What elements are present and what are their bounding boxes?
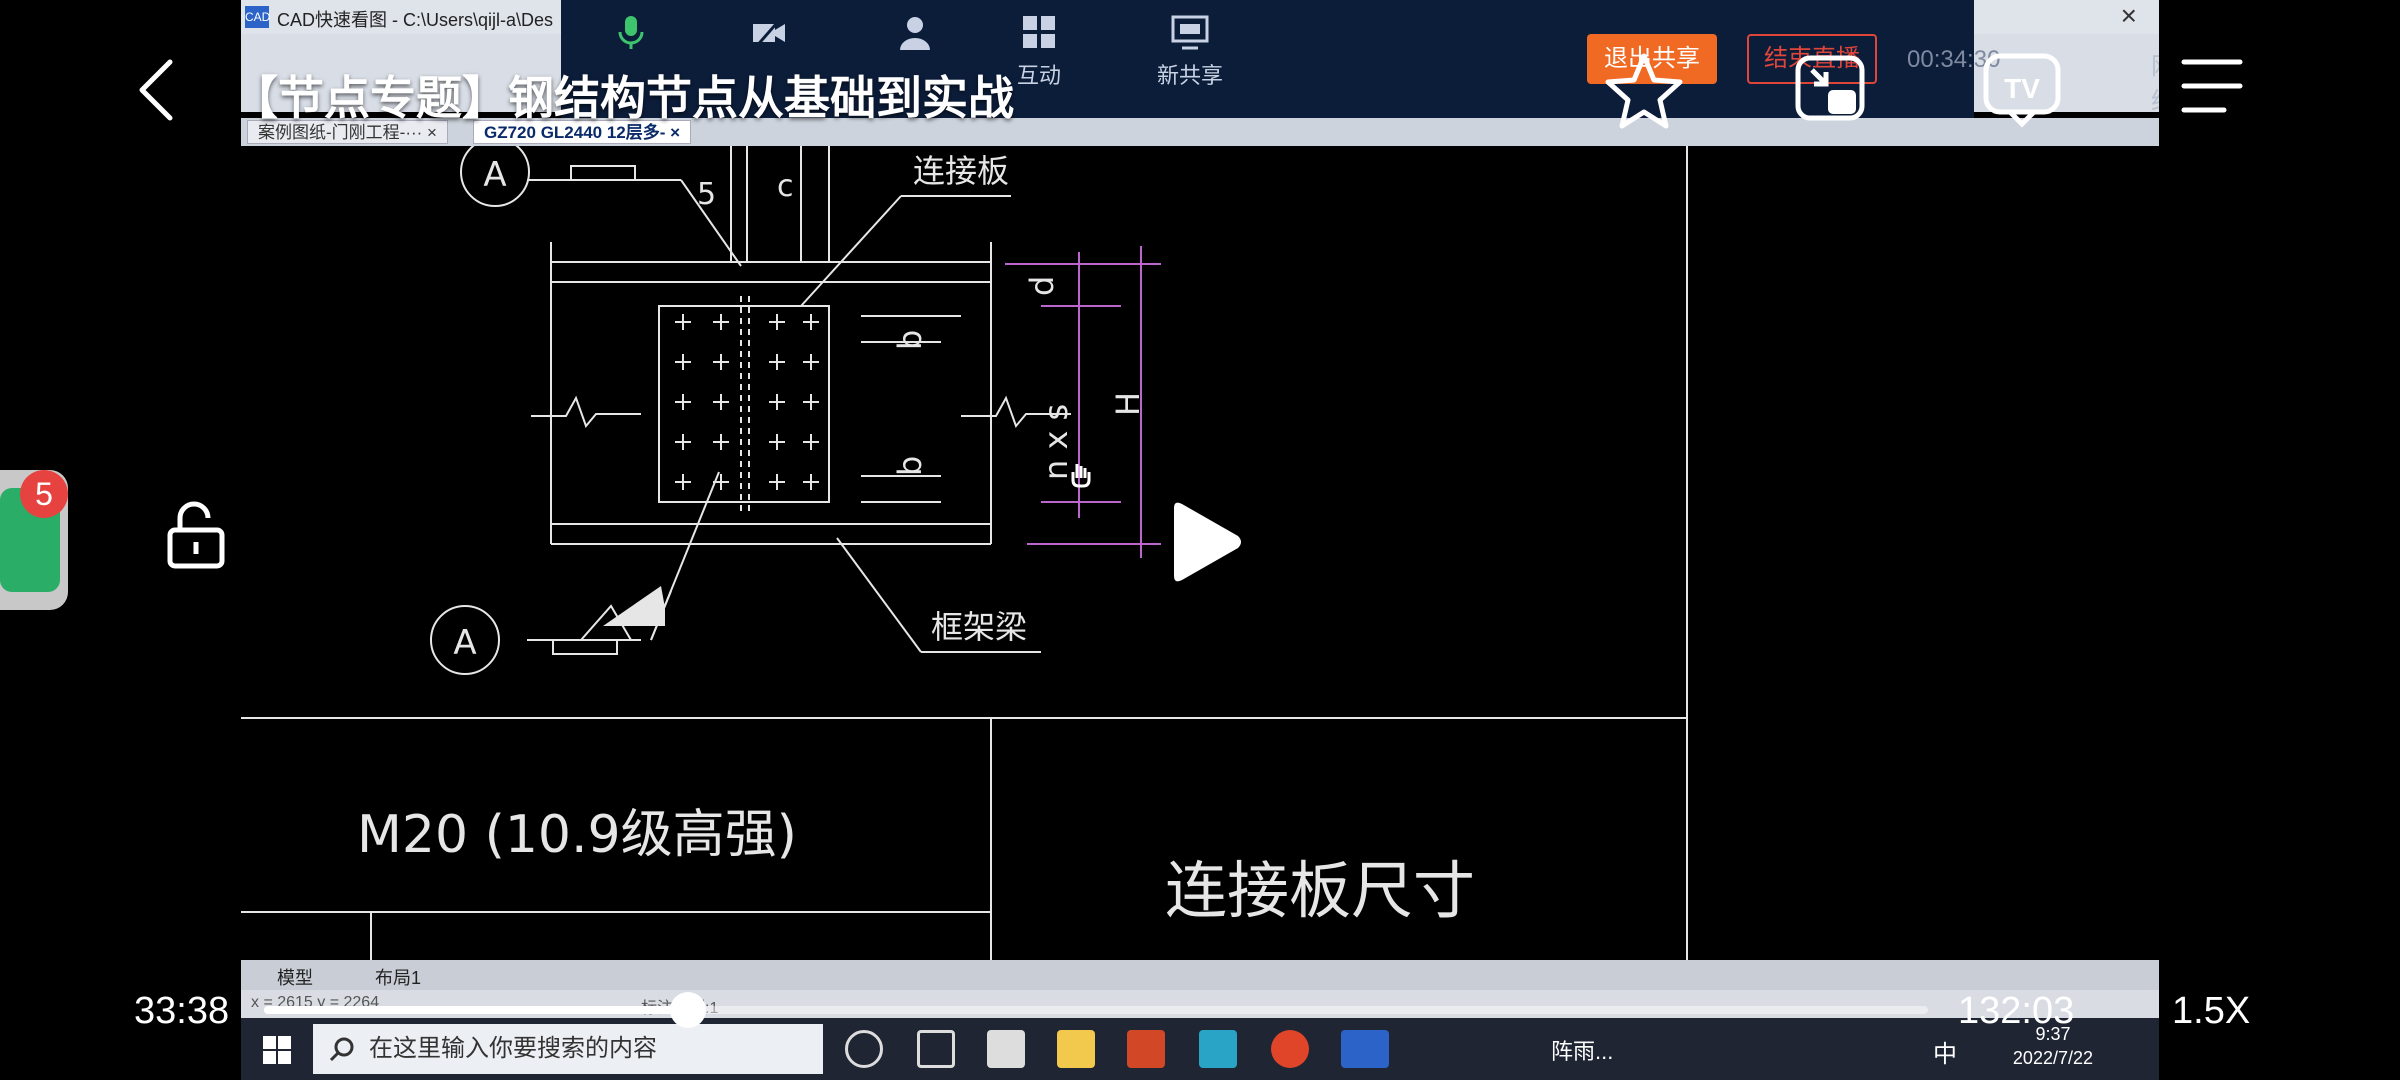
video-title: 【节点专题】钢结构节点从基础到实战 <box>232 72 1014 124</box>
taskbar-search: 在这里输入你要搜索的内容 <box>313 1024 823 1074</box>
bolt-spec: M20 (10.9级高强) <box>357 805 797 865</box>
progress-thumb[interactable] <box>669 992 706 1028</box>
screen-share-icon <box>1171 15 1209 50</box>
total-duration: 132:03 <box>1958 990 2075 1032</box>
person-icon <box>900 17 930 50</box>
cad-taskbar-icon <box>1341 1030 1389 1068</box>
picture-in-picture-icon[interactable] <box>1792 50 1872 130</box>
camera-button <box>749 12 789 58</box>
cortana-icon <box>845 1030 883 1068</box>
dim-b-top: b <box>891 330 929 350</box>
section-mark-top: A <box>483 155 506 195</box>
progress-fill <box>264 1006 688 1014</box>
ime-indicator: 中 <box>1933 1041 1957 1068</box>
dim-n-x-s: n x s <box>1037 404 1075 480</box>
windows-taskbar: 在这里输入你要搜索的内容 阵雨... 中 9:37 2022/7/22 <box>241 1018 2159 1080</box>
hand-cursor-icon <box>1071 464 1091 488</box>
label-frame-beam: 框架梁 <box>931 608 1027 646</box>
unlock-icon[interactable] <box>166 500 226 570</box>
participants-button <box>895 12 935 58</box>
new-share-label: 新共享 <box>1157 63 1224 88</box>
wechat-unread-badge: 5 <box>20 470 68 518</box>
dim-5: 5 <box>697 177 716 212</box>
label-connection-plate: 连接板 <box>913 152 1009 190</box>
window-close-icon: × <box>2120 0 2137 31</box>
cad-app-icon: CAD <box>245 6 270 28</box>
favorite-star-icon[interactable] <box>1604 50 1684 130</box>
taskbar-search-placeholder: 在这里输入你要搜索的内容 <box>369 1035 657 1062</box>
plate-size-header: 连接板尺寸 <box>1165 854 1475 927</box>
playback-speed-button[interactable]: 1.5X <box>2172 990 2250 1033</box>
weather-status: 阵雨... <box>1551 1039 1614 1064</box>
powerpoint-icon <box>1127 1030 1165 1068</box>
windows-start-icon <box>263 1036 291 1064</box>
typora-icon <box>1199 1030 1237 1068</box>
layout-tabs: 模型 布局1 <box>241 960 2159 990</box>
mic-button <box>611 12 651 58</box>
browser-icon <box>1271 1030 1309 1068</box>
dim-H: H <box>1109 392 1147 416</box>
mic-icon <box>618 16 644 49</box>
new-share-button: 新共享 <box>1157 12 1223 90</box>
cad-window-title: CAD快速看图 - C:\Users\qijl-a\Des <box>277 10 554 30</box>
interact-label: 互动 <box>1017 63 1062 88</box>
back-button[interactable] <box>136 58 176 122</box>
interact-button: 互动 <box>1017 12 1061 90</box>
tv-cast-icon[interactable]: TV <box>1982 50 2062 130</box>
file-explorer-icon <box>1057 1030 1095 1068</box>
taskbar-date: 2022/7/22 <box>2012 1048 2093 1068</box>
apps-icon <box>987 1030 1025 1068</box>
dim-c: c <box>777 169 794 204</box>
camera-off-icon <box>753 15 785 49</box>
current-time: 33:38 <box>134 990 230 1032</box>
dim-d: d <box>1023 276 1061 296</box>
layout-tab-layout1: 布局1 <box>375 968 422 988</box>
search-icon <box>329 1037 354 1062</box>
grid-icon <box>1023 16 1055 48</box>
play-icon[interactable] <box>1164 500 1244 584</box>
dim-b-bottom: b <box>891 456 929 476</box>
svg-text:TV: TV <box>2004 73 2040 104</box>
layout-tab-model: 模型 <box>277 968 313 988</box>
section-mark-bottom: A <box>453 623 476 663</box>
menu-icon[interactable] <box>2180 54 2244 118</box>
task-view-icon <box>917 1030 955 1068</box>
